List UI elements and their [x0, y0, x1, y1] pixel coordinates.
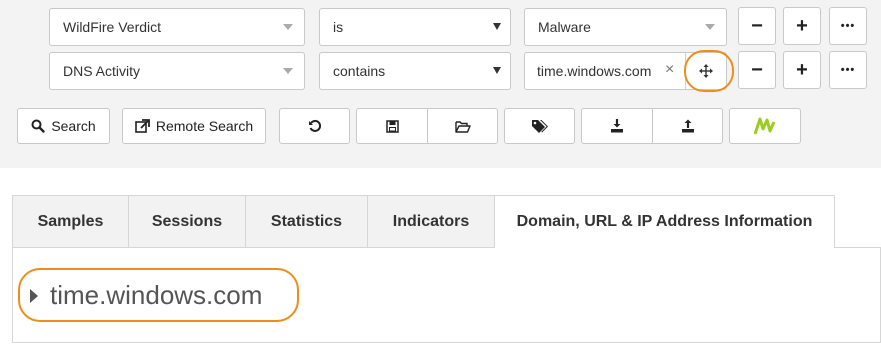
remote-search-button-label: Remote Search	[155, 118, 254, 134]
highlight-ring-domain	[18, 268, 299, 322]
tab-indicators-label: Indicators	[392, 212, 470, 230]
folder-open-icon	[455, 120, 471, 133]
value-select-1[interactable]: Malware	[524, 8, 727, 46]
chevron-down-icon	[283, 24, 293, 30]
save-icon	[385, 119, 399, 133]
tab-sessions[interactable]: Sessions	[128, 195, 246, 247]
upload-button[interactable]	[653, 109, 723, 143]
tab-domain-url-ip-info[interactable]: Domain, URL & IP Address Information	[494, 195, 835, 248]
external-link-icon	[135, 119, 150, 133]
chevron-down-icon	[493, 67, 501, 74]
download-button[interactable]	[582, 109, 652, 143]
autofocus-logo-icon	[754, 117, 776, 135]
remove-row-button[interactable]: −	[738, 7, 776, 45]
tab-indicators[interactable]: Indicators	[367, 195, 495, 247]
history-button[interactable]	[279, 108, 350, 144]
add-row-button[interactable]: +	[783, 51, 821, 89]
download-icon	[611, 119, 623, 133]
upload-icon	[682, 119, 694, 133]
tab-domain-url-ip-info-label: Domain, URL & IP Address Information	[516, 213, 813, 230]
open-button[interactable]	[428, 109, 498, 143]
search-button[interactable]: Search	[17, 108, 110, 144]
operator-select-1-value: is	[333, 19, 344, 35]
operator-select-1[interactable]: is	[319, 8, 511, 46]
row-more-button[interactable]: •••	[829, 51, 867, 89]
save-open-group	[356, 108, 498, 144]
remove-row-button[interactable]: −	[738, 51, 776, 89]
autofocus-button[interactable]	[729, 108, 801, 144]
highlight-ring-move	[684, 50, 734, 92]
field-select-1-value: WildFire Verdict	[63, 19, 162, 35]
tab-statistics[interactable]: Statistics	[245, 195, 368, 247]
tab-samples[interactable]: Samples	[12, 195, 129, 247]
field-select-2-value: DNS Activity	[63, 63, 141, 79]
value-select-1-value: Malware	[538, 19, 591, 35]
add-row-button[interactable]: +	[783, 7, 821, 45]
operator-select-2-value: contains	[333, 63, 386, 79]
history-icon	[308, 119, 321, 132]
tags-icon	[532, 120, 548, 133]
tab-samples-label: Samples	[37, 212, 104, 230]
remote-search-button[interactable]: Remote Search	[122, 108, 266, 144]
chevron-down-icon	[705, 24, 715, 30]
clear-icon[interactable]: ×	[665, 61, 674, 79]
field-select-2[interactable]: DNS Activity	[49, 52, 305, 90]
search-icon	[31, 119, 46, 133]
tab-sessions-label: Sessions	[151, 212, 223, 230]
chevron-down-icon	[283, 68, 293, 74]
tags-button[interactable]	[504, 108, 575, 144]
search-button-label: Search	[51, 118, 96, 134]
value-input-2-text: time.windows.com	[537, 63, 652, 79]
row-more-button[interactable]: •••	[829, 7, 867, 45]
operator-select-2[interactable]: contains	[319, 52, 511, 90]
chevron-down-icon	[493, 23, 501, 30]
field-select-1[interactable]: WildFire Verdict	[49, 8, 305, 46]
tab-statistics-label: Statistics	[270, 212, 343, 230]
save-button[interactable]	[357, 109, 427, 143]
import-export-group	[581, 108, 723, 144]
